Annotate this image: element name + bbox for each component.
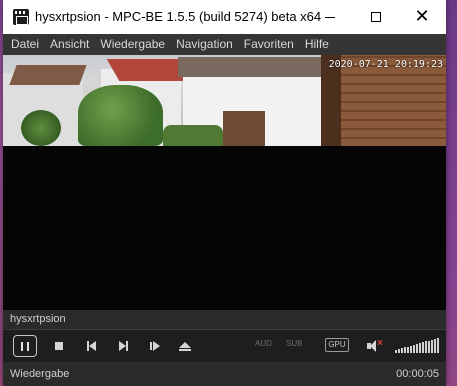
hedge — [163, 125, 223, 146]
video-frame: 2020-07-21 20:19:23 — [3, 55, 446, 146]
maximize-icon — [371, 12, 381, 22]
next-icon — [118, 341, 126, 351]
volume-bar — [401, 348, 403, 353]
volume-bar — [410, 345, 412, 353]
subtitle-button[interactable]: SUB — [286, 339, 302, 348]
volume-bar — [407, 346, 409, 353]
frame-step-icon-bar — [150, 342, 152, 350]
menu-favoriten[interactable]: Favoriten — [240, 34, 298, 55]
volume-bar — [416, 344, 418, 353]
volume-bar — [425, 341, 427, 353]
roof-white-house — [178, 57, 328, 77]
control-bar: AUD SUB GPU × — [3, 329, 446, 362]
speaker-muted-icon: × — [367, 338, 383, 352]
roof-left — [9, 65, 87, 85]
next-icon-bar — [125, 341, 128, 351]
garage-door — [223, 111, 265, 146]
pause-icon — [21, 341, 29, 351]
volume-bar — [437, 338, 439, 353]
tree-large — [78, 85, 163, 146]
media-title: hysxrtpsion — [10, 313, 66, 325]
info-bar: hysxrtpsion — [3, 310, 446, 329]
previous-button[interactable] — [81, 335, 101, 357]
volume-bar — [413, 344, 415, 353]
video-timestamp: 2020-07-21 20:19:23 — [328, 59, 443, 70]
volume-bar — [434, 338, 436, 353]
maximize-button[interactable] — [353, 0, 399, 34]
menu-navigation[interactable]: Navigation — [172, 34, 237, 55]
previous-icon — [88, 341, 96, 351]
menu-hilfe[interactable]: Hilfe — [301, 34, 333, 55]
volume-bar — [431, 339, 433, 353]
volume-bar — [404, 347, 406, 353]
volume-bar — [398, 349, 400, 353]
mpc-be-clapper-icon[interactable] — [13, 9, 29, 25]
audio-track-button[interactable]: AUD — [255, 339, 272, 348]
gpu-button[interactable]: GPU — [325, 338, 349, 352]
eject-button[interactable] — [175, 335, 195, 357]
menu-wiedergabe[interactable]: Wiedergabe — [96, 34, 169, 55]
playback-time: 00:00:05 — [396, 368, 439, 380]
status-bar: Wiedergabe 00:00:05 — [3, 362, 446, 386]
next-button[interactable] — [113, 335, 133, 357]
tree-small — [21, 110, 61, 146]
frame-step-icon — [153, 341, 160, 351]
pause-button[interactable] — [13, 335, 37, 357]
volume-bar — [422, 342, 424, 353]
minimize-button[interactable] — [307, 0, 353, 34]
minimize-icon — [325, 16, 335, 18]
volume-slider[interactable] — [395, 338, 439, 353]
close-button[interactable]: ✕ — [399, 0, 445, 34]
volume-bar — [419, 343, 421, 353]
stop-button[interactable] — [49, 335, 69, 357]
close-icon: ✕ — [414, 6, 430, 27]
stop-icon — [55, 342, 63, 350]
menu-ansicht[interactable]: Ansicht — [46, 34, 93, 55]
menu-datei[interactable]: Datei — [7, 34, 43, 55]
mute-button[interactable]: × — [363, 335, 385, 357]
playback-state: Wiedergabe — [10, 368, 70, 380]
menu-bar: Datei Ansicht Wiedergabe Navigation Favo… — [3, 34, 446, 55]
volume-bar — [395, 350, 397, 353]
window-title: hysxrtpsion - MPC-BE 1.5.5 (build 5274) … — [35, 9, 322, 24]
frame-step-button[interactable] — [145, 335, 165, 357]
volume-bar — [428, 340, 430, 353]
player-window: hysxrtpsion - MPC-BE 1.5.5 (build 5274) … — [3, 0, 446, 386]
title-bar[interactable]: hysxrtpsion - MPC-BE 1.5.5 (build 5274) … — [3, 0, 446, 34]
video-area[interactable]: 2020-07-21 20:19:23 — [3, 55, 446, 310]
eject-icon — [179, 341, 191, 351]
